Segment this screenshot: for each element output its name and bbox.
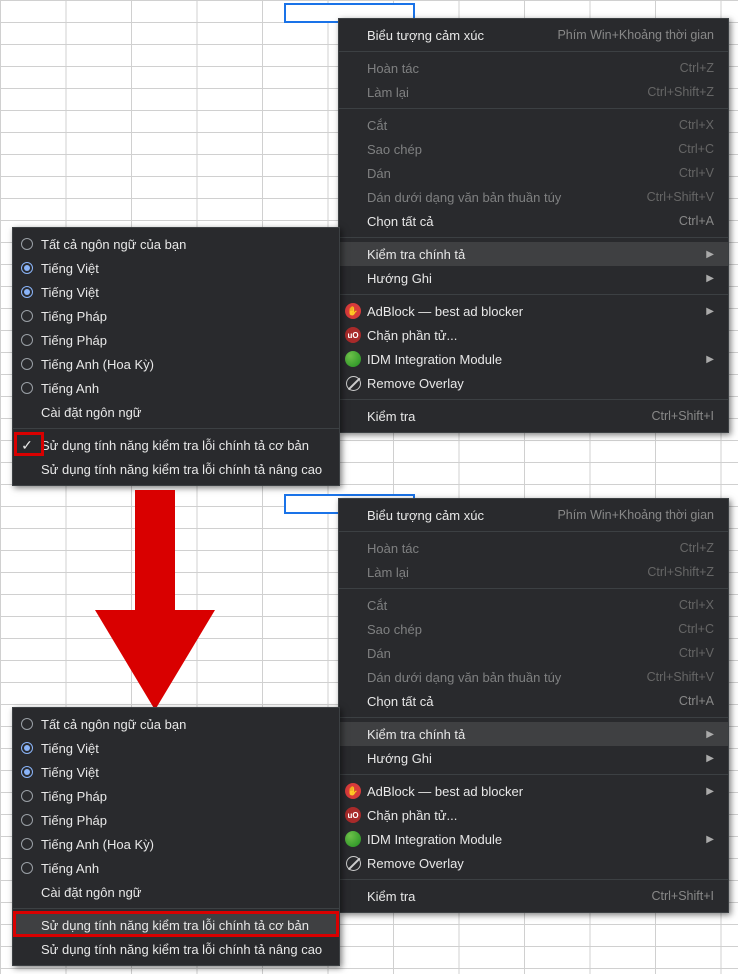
lang-settings[interactable]: Cài đặt ngôn ngữ: [13, 400, 339, 424]
lang-fr-2[interactable]: Tiếng Pháp: [13, 328, 339, 352]
menu-separator: [339, 399, 728, 400]
menu-paste[interactable]: Dán Ctrl+V: [339, 641, 728, 665]
lang-all[interactable]: Tất cả ngôn ngữ của bạn: [13, 712, 339, 736]
basic-spellcheck-bottom[interactable]: Sử dụng tính năng kiểm tra lỗi chính tả …: [13, 913, 339, 937]
adblock-icon: ✋: [345, 783, 361, 799]
lang-en[interactable]: Tiếng Anh: [13, 376, 339, 400]
radio-selected-icon: [21, 262, 33, 274]
menu-copy[interactable]: Sao chép Ctrl+C: [339, 137, 728, 161]
chevron-right-icon: ▶: [706, 729, 714, 740]
remove-overlay-icon: [346, 376, 361, 391]
menu-remove-overlay[interactable]: Remove Overlay: [339, 851, 728, 875]
chevron-right-icon: ▶: [706, 273, 714, 284]
menu-copy[interactable]: Sao chép Ctrl+C: [339, 617, 728, 641]
radio-selected-icon: [21, 742, 33, 754]
context-menu-top: Biểu tượng cảm xúc Phím Win+Khoảng thời …: [338, 18, 729, 433]
menu-separator: [339, 531, 728, 532]
menu-cut[interactable]: Cắt Ctrl+X: [339, 593, 728, 617]
menu-idm[interactable]: IDM Integration Module ▶: [339, 827, 728, 851]
menu-separator: [339, 237, 728, 238]
context-menu-bottom: Biểu tượng cảm xúc Phím Win+Khoảng thời …: [338, 498, 729, 913]
menu-paste-plain[interactable]: Dán dưới dạng văn bản thuần túy Ctrl+Shi…: [339, 185, 728, 209]
lang-en[interactable]: Tiếng Anh: [13, 856, 339, 880]
radio-selected-icon: [21, 766, 33, 778]
idm-icon: [345, 351, 361, 367]
lang-all[interactable]: Tất cả ngôn ngữ của bạn: [13, 232, 339, 256]
chevron-right-icon: ▶: [706, 306, 714, 317]
menu-separator: [339, 717, 728, 718]
advanced-spellcheck[interactable]: Sử dụng tính năng kiểm tra lỗi chính tả …: [13, 457, 339, 481]
menu-adblock[interactable]: ✋ AdBlock — best ad blocker ▶: [339, 779, 728, 803]
chevron-right-icon: ▶: [706, 753, 714, 764]
remove-overlay-icon: [346, 856, 361, 871]
ublock-icon: uО: [345, 807, 361, 823]
spellcheck-submenu-top: Tất cả ngôn ngữ của bạn Tiếng Việt Tiếng…: [12, 227, 340, 486]
radio-icon: [21, 334, 33, 346]
lang-en-us[interactable]: Tiếng Anh (Hoa Kỳ): [13, 832, 339, 856]
radio-icon: [21, 358, 33, 370]
menu-separator: [13, 908, 339, 909]
lang-settings[interactable]: Cài đặt ngôn ngữ: [13, 880, 339, 904]
lang-fr-2[interactable]: Tiếng Pháp: [13, 808, 339, 832]
menu-separator: [13, 428, 339, 429]
lang-viet-2[interactable]: Tiếng Việt: [13, 760, 339, 784]
menu-redo[interactable]: Làm lại Ctrl+Shift+Z: [339, 560, 728, 584]
menu-select-all[interactable]: Chọn tất cả Ctrl+A: [339, 209, 728, 233]
menu-paste-plain[interactable]: Dán dưới dạng văn bản thuần túy Ctrl+Shi…: [339, 665, 728, 689]
menu-cut[interactable]: Cắt Ctrl+X: [339, 113, 728, 137]
menu-block-element[interactable]: uО Chặn phần tử...: [339, 803, 728, 827]
menu-block-element[interactable]: uО Chặn phần tử...: [339, 323, 728, 347]
chevron-right-icon: ▶: [706, 834, 714, 845]
radio-icon: [21, 838, 33, 850]
menu-spellcheck[interactable]: Kiểm tra chính tả ▶: [339, 722, 728, 746]
radio-icon: [21, 862, 33, 874]
menu-writing-direction[interactable]: Hướng Ghi ▶: [339, 746, 728, 770]
radio-icon: [21, 238, 33, 250]
menu-separator: [339, 588, 728, 589]
basic-spellcheck-top[interactable]: ✓ Sử dụng tính năng kiểm tra lỗi chính t…: [13, 433, 339, 457]
menu-separator: [339, 294, 728, 295]
menu-label: Biểu tượng cảm xúc: [367, 28, 533, 43]
menu-paste[interactable]: Dán Ctrl+V: [339, 161, 728, 185]
radio-selected-icon: [21, 286, 33, 298]
radio-icon: [21, 382, 33, 394]
chevron-right-icon: ▶: [706, 354, 714, 365]
menu-separator: [339, 774, 728, 775]
menu-separator: [339, 879, 728, 880]
lang-viet-1[interactable]: Tiếng Việt: [13, 736, 339, 760]
checkmark-icon: ✓: [21, 437, 33, 454]
chevron-right-icon: ▶: [706, 786, 714, 797]
lang-en-us[interactable]: Tiếng Anh (Hoa Kỳ): [13, 352, 339, 376]
radio-icon: [21, 814, 33, 826]
lang-fr-1[interactable]: Tiếng Pháp: [13, 784, 339, 808]
adblock-icon: ✋: [345, 303, 361, 319]
menu-redo[interactable]: Làm lại Ctrl+Shift+Z: [339, 80, 728, 104]
menu-undo[interactable]: Hoàn tác Ctrl+Z: [339, 536, 728, 560]
menu-undo[interactable]: Hoàn tác Ctrl+Z: [339, 56, 728, 80]
chevron-right-icon: ▶: [706, 249, 714, 260]
idm-icon: [345, 831, 361, 847]
radio-icon: [21, 310, 33, 322]
menu-emoji[interactable]: Biểu tượng cảm xúc Phím Win+Khoảng thời …: [339, 503, 728, 527]
ublock-icon: uО: [345, 327, 361, 343]
lang-viet-2[interactable]: Tiếng Việt: [13, 280, 339, 304]
menu-adblock[interactable]: ✋ AdBlock — best ad blocker ▶: [339, 299, 728, 323]
menu-remove-overlay[interactable]: Remove Overlay: [339, 371, 728, 395]
menu-writing-direction[interactable]: Hướng Ghi ▶: [339, 266, 728, 290]
menu-separator: [339, 108, 728, 109]
menu-inspect[interactable]: Kiểm tra Ctrl+Shift+I: [339, 884, 728, 908]
menu-select-all[interactable]: Chọn tất cả Ctrl+A: [339, 689, 728, 713]
radio-icon: [21, 790, 33, 802]
radio-icon: [21, 718, 33, 730]
lang-fr-1[interactable]: Tiếng Pháp: [13, 304, 339, 328]
menu-separator: [339, 51, 728, 52]
lang-viet-1[interactable]: Tiếng Việt: [13, 256, 339, 280]
menu-shortcut: Phím Win+Khoảng thời gian: [557, 28, 714, 42]
spellcheck-submenu-bottom: Tất cả ngôn ngữ của bạn Tiếng Việt Tiếng…: [12, 707, 340, 966]
menu-idm[interactable]: IDM Integration Module ▶: [339, 347, 728, 371]
menu-inspect[interactable]: Kiểm tra Ctrl+Shift+I: [339, 404, 728, 428]
menu-spellcheck[interactable]: Kiểm tra chính tả ▶: [339, 242, 728, 266]
advanced-spellcheck[interactable]: Sử dụng tính năng kiểm tra lỗi chính tả …: [13, 937, 339, 961]
menu-emoji[interactable]: Biểu tượng cảm xúc Phím Win+Khoảng thời …: [339, 23, 728, 47]
